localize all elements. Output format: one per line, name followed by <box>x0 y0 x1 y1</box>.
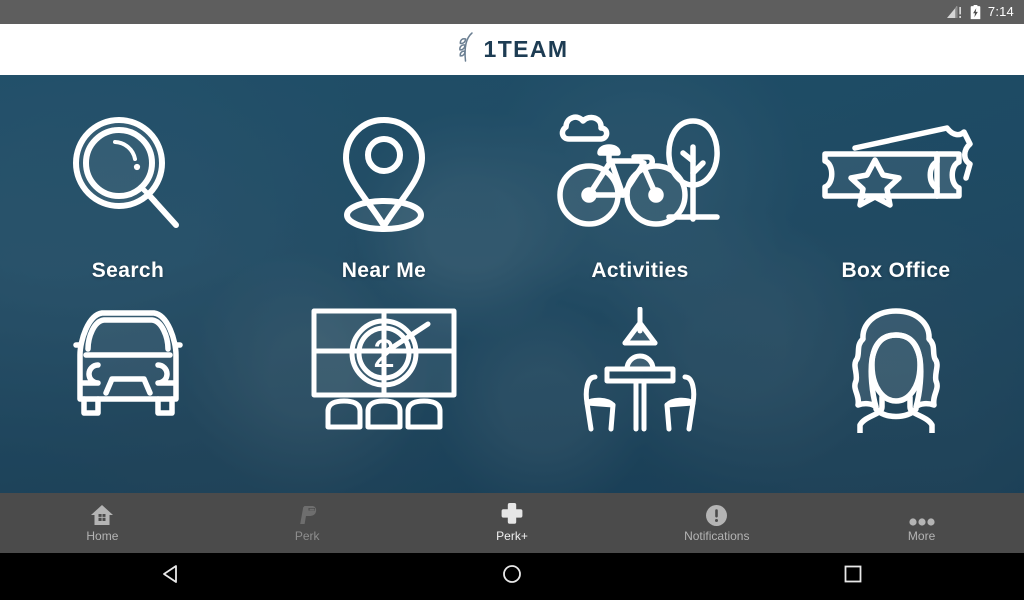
tab-label-notifications: Notifications <box>684 528 750 543</box>
brand-logo: 1TEAM <box>456 30 569 69</box>
tab-notifications[interactable]: Notifications <box>614 493 819 553</box>
tab-perk[interactable]: Perk <box>205 493 410 553</box>
car-front-icon <box>62 307 194 457</box>
tile-label-near-me: Near Me <box>341 259 427 282</box>
category-grid: Search Near Me Activities Box Office 2 <box>0 75 1024 493</box>
map-pin-icon <box>332 101 436 251</box>
plus-icon <box>500 502 524 526</box>
tab-label-more: More <box>907 528 936 543</box>
home-icon <box>91 504 114 526</box>
android-nav-bar <box>0 553 1024 600</box>
bicycle-tree-cloud-icon <box>556 101 724 251</box>
exclamation-circle-icon <box>706 504 728 526</box>
dining-table-chairs-icon <box>573 307 707 457</box>
magnifier-icon <box>69 101 187 251</box>
bottom-tab-bar: Home Perk Perk+ Notifications More <box>0 493 1024 553</box>
tile-box-office[interactable]: Box Office <box>768 75 1024 285</box>
app-header: 1TEAM <box>0 24 1024 75</box>
tile-label-search: Search <box>91 259 165 282</box>
ellipsis-icon <box>908 504 935 526</box>
battery-charging-icon <box>970 4 981 20</box>
hero-panel: Search Near Me Activities Box Office 2 <box>0 75 1024 493</box>
tile-cinema[interactable]: 2 <box>256 285 512 493</box>
status-bar: 7:14 <box>0 0 1024 24</box>
tile-car[interactable] <box>0 285 256 493</box>
tile-near-me[interactable]: Near Me <box>256 75 512 285</box>
circle-icon[interactable] <box>501 563 523 590</box>
tab-perk-plus[interactable]: Perk+ <box>410 493 615 553</box>
square-icon[interactable] <box>842 563 864 590</box>
person-avatar-icon <box>836 307 956 457</box>
perk-p-icon <box>296 504 318 526</box>
tab-home[interactable]: Home <box>0 493 205 553</box>
signal-warning-icon <box>946 5 963 19</box>
triangle-left-icon[interactable] <box>160 563 182 590</box>
tile-label-box-office: Box Office <box>841 259 951 282</box>
wheat-stalk-logo-icon <box>456 30 482 69</box>
ticket-star-icon <box>817 101 975 251</box>
tab-label-perk-plus: Perk+ <box>496 528 528 543</box>
status-bar-clock: 7:14 <box>987 4 1014 19</box>
tab-more[interactable]: More <box>819 493 1024 553</box>
tile-activities[interactable]: Activities <box>512 75 768 285</box>
cinema-screen-seats-icon: 2 <box>310 307 458 457</box>
tile-dining[interactable] <box>512 285 768 493</box>
tile-label-activities: Activities <box>591 259 689 282</box>
svg-text:2: 2 <box>373 332 395 376</box>
tile-person[interactable] <box>768 285 1024 493</box>
tab-label-perk: Perk <box>294 528 320 543</box>
tile-search[interactable]: Search <box>0 75 256 285</box>
phone-screen: 7:14 1TEAM Search Near Me Activities Box… <box>0 0 1024 600</box>
brand-logo-text: 1TEAM <box>483 36 569 62</box>
tab-label-home: Home <box>86 528 119 543</box>
